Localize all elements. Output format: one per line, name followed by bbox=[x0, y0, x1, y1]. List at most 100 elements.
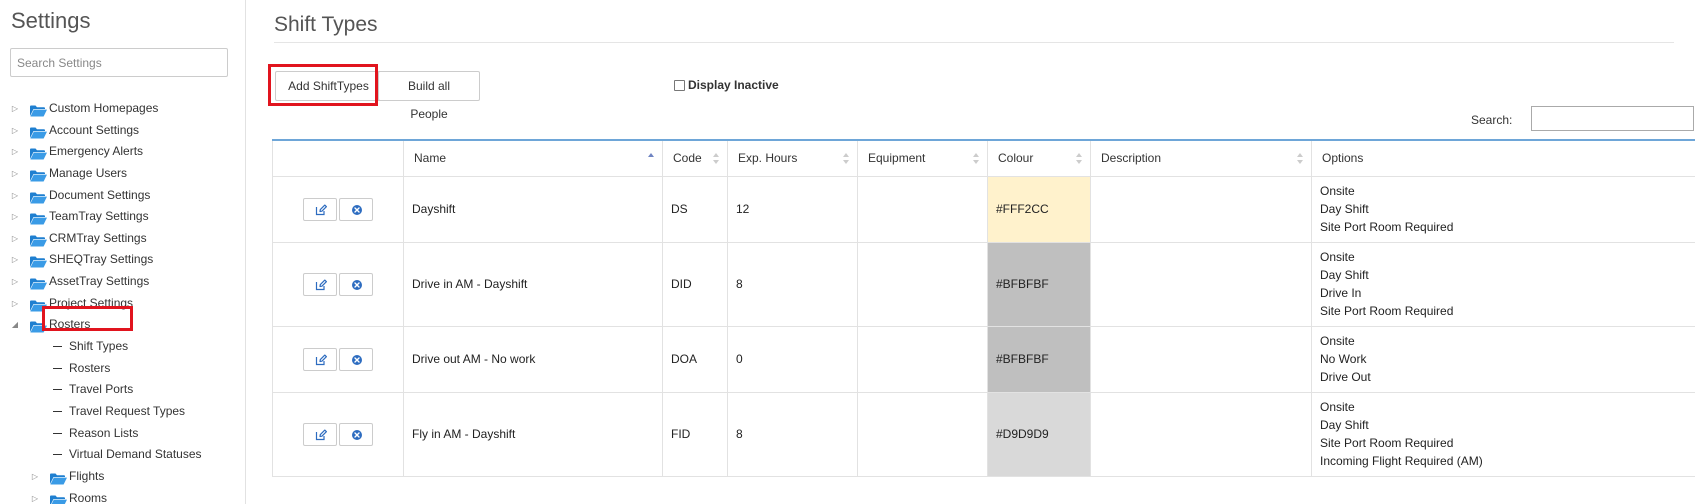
cell-name: Fly in AM - Dayshift bbox=[403, 391, 663, 477]
option-item: Onsite bbox=[1320, 184, 1355, 198]
table-row: Fly in AM - Dayshift FID 8 #D9D9D9 Onsite Day… bbox=[272, 391, 1695, 477]
cell-code: DID bbox=[662, 241, 728, 327]
cell-equipment bbox=[857, 241, 988, 327]
option-item: Onsite bbox=[1320, 334, 1355, 348]
tree-leaf-dash bbox=[53, 454, 62, 456]
sidebar-item-label: Flights bbox=[69, 468, 105, 483]
delete-button[interactable] bbox=[339, 197, 373, 221]
column-header-description[interactable]: Description bbox=[1090, 139, 1312, 177]
sidebar-item-travel-ports[interactable]: Travel Ports bbox=[0, 379, 246, 401]
sidebar-item-label: Custom Homepages bbox=[49, 101, 159, 115]
shift-types-table: Name Code Exp. Hours Equipment Colour De… bbox=[272, 139, 1695, 477]
sort-icon bbox=[973, 153, 980, 165]
cell-description bbox=[1090, 241, 1312, 327]
sidebar-item-emergency-alerts[interactable]: ▷ Emergency Alerts bbox=[0, 141, 246, 163]
sidebar-item-label: Emergency Alerts bbox=[49, 144, 144, 159]
edit-button[interactable] bbox=[303, 272, 337, 296]
expand-arrow-icon[interactable]: ▷ bbox=[11, 206, 19, 228]
option-item: Day Shift bbox=[1320, 418, 1369, 432]
settings-search-input[interactable] bbox=[10, 48, 228, 77]
sidebar-item-custom-homepages[interactable]: ▷ Custom Homepages bbox=[0, 98, 246, 120]
option-item: Incoming Flight Required (AM) bbox=[1320, 454, 1483, 468]
sidebar-item-label: Virtual Demand Statuses bbox=[69, 447, 202, 462]
folder-icon bbox=[30, 276, 47, 290]
table-search-input[interactable] bbox=[1531, 106, 1694, 131]
display-inactive-checkbox[interactable] bbox=[674, 79, 685, 91]
page-title: Shift Types bbox=[274, 13, 378, 36]
collapse-arrow-icon[interactable]: ◢ bbox=[11, 314, 19, 336]
folder-icon bbox=[50, 493, 67, 504]
build-all-people-button[interactable]: Build all People bbox=[378, 71, 480, 121]
sidebar-item-flights[interactable]: ▷ Flights bbox=[0, 466, 246, 488]
cell-colour: #BFBFBF bbox=[987, 241, 1091, 327]
sidebar-item-rooms[interactable]: ▷ Rooms bbox=[0, 488, 246, 504]
delete-button[interactable] bbox=[339, 347, 373, 371]
column-header-colour[interactable]: Colour bbox=[987, 139, 1091, 177]
delete-button[interactable] bbox=[339, 422, 373, 446]
sidebar-item-teamtray-settings[interactable]: ▷ TeamTray Settings bbox=[0, 206, 246, 228]
expand-arrow-icon[interactable]: ▷ bbox=[31, 466, 39, 488]
add-button-highlight-box bbox=[268, 64, 378, 106]
expand-arrow-icon[interactable]: ▷ bbox=[11, 249, 19, 271]
cell-colour: #D9D9D9 bbox=[987, 391, 1091, 477]
sidebar-item-travel-request-types[interactable]: Travel Request Types bbox=[0, 401, 246, 423]
option-item: Onsite bbox=[1320, 400, 1355, 414]
edit-button[interactable] bbox=[303, 197, 337, 221]
sidebar-item-label: Rosters bbox=[69, 360, 111, 375]
option-item: Day Shift bbox=[1320, 268, 1369, 282]
option-item: Drive Out bbox=[1320, 370, 1371, 384]
cell-exp-hours: 0 bbox=[727, 325, 858, 393]
cell-exp-hours: 12 bbox=[727, 175, 858, 243]
folder-icon bbox=[30, 103, 47, 117]
expand-arrow-icon[interactable]: ▷ bbox=[11, 293, 19, 315]
table-row: Drive in AM - Dayshift DID 8 #BFBFBF Onsite D… bbox=[272, 241, 1695, 327]
expand-arrow-icon[interactable]: ▷ bbox=[11, 228, 19, 250]
expand-arrow-icon[interactable]: ▷ bbox=[11, 98, 19, 120]
display-inactive-toggle[interactable]: Display Inactive bbox=[674, 78, 779, 92]
expand-arrow-icon[interactable]: ▷ bbox=[11, 141, 19, 163]
expand-arrow-icon[interactable]: ▷ bbox=[31, 488, 39, 504]
table-row: Dayshift DS 12 #FFF2CC Onsite Day Shift Site P… bbox=[272, 175, 1695, 243]
sidebar-item-label: Travel Ports bbox=[69, 382, 134, 397]
column-header-exp-hours[interactable]: Exp. Hours bbox=[727, 139, 858, 177]
option-item: Site Port Room Required bbox=[1320, 436, 1454, 450]
settings-sidebar: Settings ▷ Custom Homepages ▷ Account Setti… bbox=[0, 0, 246, 504]
sidebar-item-crmtray-settings[interactable]: ▷ CRMTray Settings bbox=[0, 228, 246, 250]
expand-arrow-icon[interactable]: ▷ bbox=[11, 163, 19, 185]
delete-button[interactable] bbox=[339, 272, 373, 296]
sidebar-item-reason-lists[interactable]: Reason Lists bbox=[0, 423, 246, 445]
expand-arrow-icon[interactable]: ▷ bbox=[11, 120, 19, 142]
table-header-row: Name Code Exp. Hours Equipment Colour De… bbox=[272, 139, 1695, 177]
tree-leaf-dash bbox=[53, 346, 62, 348]
column-header-code[interactable]: Code bbox=[662, 139, 728, 177]
sort-ascending-icon bbox=[648, 153, 655, 165]
sidebar-item-label: TeamTray Settings bbox=[49, 209, 149, 224]
sidebar-item-assettray-settings[interactable]: ▷ AssetTray Settings bbox=[0, 271, 246, 293]
column-header-name[interactable]: Name bbox=[403, 139, 663, 177]
cell-options: Onsite No Work Drive Out bbox=[1311, 325, 1695, 393]
sidebar-item-document-settings[interactable]: ▷ Document Settings bbox=[0, 185, 246, 207]
sidebar-item-sheqtray-settings[interactable]: ▷ SHEQTray Settings bbox=[0, 249, 246, 271]
sidebar-item-label: Shift Types bbox=[69, 339, 129, 354]
sidebar-item-account-settings[interactable]: ▷ Account Settings bbox=[0, 120, 246, 142]
cell-name: Drive in AM - Dayshift bbox=[403, 241, 663, 327]
folder-icon bbox=[30, 211, 47, 225]
sidebar-item-manage-users[interactable]: ▷ Manage Users bbox=[0, 163, 246, 185]
expand-arrow-icon[interactable]: ▷ bbox=[11, 185, 19, 207]
main-content: Shift Types Add ShiftTypes Build all Peo… bbox=[246, 0, 1695, 504]
sidebar-item-shift-types[interactable]: Shift Types bbox=[0, 336, 246, 358]
folder-icon bbox=[30, 125, 47, 139]
edit-button[interactable] bbox=[303, 422, 337, 446]
sidebar-item-rosters[interactable]: Rosters bbox=[0, 358, 246, 380]
option-item: No Work bbox=[1320, 352, 1367, 366]
table-search-label: Search: bbox=[1471, 113, 1513, 127]
row-actions-cell bbox=[272, 391, 404, 477]
edit-button[interactable] bbox=[303, 347, 337, 371]
row-actions-cell bbox=[272, 175, 404, 243]
tree-leaf-dash bbox=[53, 389, 62, 391]
column-header-equipment[interactable]: Equipment bbox=[857, 139, 988, 177]
folder-icon bbox=[50, 471, 67, 485]
sidebar-item-virtual-demand-statuses[interactable]: Virtual Demand Statuses bbox=[0, 444, 246, 466]
cell-description bbox=[1090, 175, 1312, 243]
expand-arrow-icon[interactable]: ▷ bbox=[11, 271, 19, 293]
